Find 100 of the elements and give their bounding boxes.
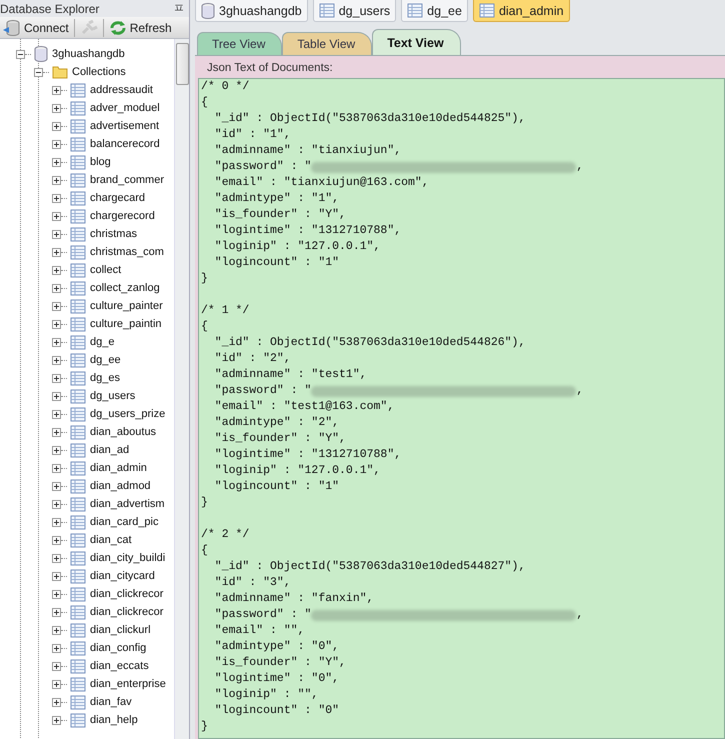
expand-icon[interactable] xyxy=(52,464,61,472)
expand-icon[interactable] xyxy=(52,518,61,526)
expand-icon[interactable] xyxy=(52,284,61,292)
tree-item[interactable]: addressaudit xyxy=(90,84,153,96)
expand-icon[interactable] xyxy=(52,248,61,256)
table-icon xyxy=(70,190,86,206)
expand-icon[interactable] xyxy=(52,356,61,364)
tree-item[interactable]: dian_ad xyxy=(90,444,130,456)
tree-item[interactable]: dg_e xyxy=(90,336,114,348)
document-tab[interactable]: 3ghuashangdb xyxy=(195,0,308,22)
tree-item[interactable]: dian_help xyxy=(90,714,138,726)
expand-icon[interactable] xyxy=(52,662,61,670)
tree-item[interactable]: culture_paintin xyxy=(90,318,162,330)
tree-item[interactable]: dian_config xyxy=(90,642,146,654)
table-icon xyxy=(70,460,86,476)
code-line: /* 0 */ xyxy=(201,79,250,95)
view-tab[interactable]: Text View xyxy=(372,29,461,55)
table-icon xyxy=(70,694,86,710)
expand-icon[interactable] xyxy=(52,536,61,544)
expand-icon[interactable] xyxy=(52,338,61,346)
tree-item[interactable]: dg_ee xyxy=(90,354,121,366)
tree-item[interactable]: dian_clickrecor xyxy=(90,588,164,600)
code-line: "loginip" : "", xyxy=(214,687,320,703)
tree-item[interactable]: dian_card_pic xyxy=(90,516,158,528)
view-tab[interactable]: Table View xyxy=(282,32,372,55)
table-icon xyxy=(70,334,86,350)
tree-item[interactable]: dg_es xyxy=(90,372,120,384)
tree-item[interactable]: dian_fav xyxy=(90,696,132,708)
tree-item[interactable]: dg_users xyxy=(90,390,136,402)
expand-icon[interactable] xyxy=(52,86,61,94)
expand-icon[interactable] xyxy=(52,374,61,382)
expand-icon[interactable] xyxy=(52,392,61,400)
tree-item[interactable]: dian_aboutus xyxy=(90,426,156,438)
tree-item[interactable]: christmas xyxy=(90,228,138,240)
document-tab[interactable]: dg_users xyxy=(312,0,396,22)
table-icon xyxy=(70,442,86,458)
expand-icon[interactable] xyxy=(52,212,61,220)
collapse-icon[interactable] xyxy=(16,50,25,58)
tree-item[interactable]: dian_clickurl xyxy=(90,624,151,636)
tree-item[interactable]: dian_enterprise xyxy=(90,678,166,690)
table-icon xyxy=(478,3,495,18)
scrollbar[interactable] xyxy=(174,39,189,739)
tree-item[interactable]: collect xyxy=(90,264,122,276)
expand-icon[interactable] xyxy=(52,626,61,634)
collapse-icon[interactable] xyxy=(34,68,43,76)
expand-icon[interactable] xyxy=(52,320,61,328)
expand-icon[interactable] xyxy=(52,122,61,130)
document-tab[interactable]: dian_admin xyxy=(472,0,570,22)
expand-icon[interactable] xyxy=(52,644,61,652)
expand-icon[interactable] xyxy=(52,572,61,580)
tree-item[interactable]: dg_users_prize xyxy=(90,408,166,420)
code-line: "is_founder" : "Y", xyxy=(214,207,347,223)
code-line: } xyxy=(201,719,209,735)
text-area[interactable] xyxy=(198,78,725,739)
tree-item[interactable]: blog xyxy=(90,156,111,168)
expand-icon[interactable] xyxy=(52,590,61,598)
expand-icon[interactable] xyxy=(52,194,61,202)
expand-icon[interactable] xyxy=(52,104,61,112)
tree-item[interactable]: dian_citycard xyxy=(90,570,155,582)
tree-item[interactable]: collect_zanlog xyxy=(90,282,160,294)
expand-icon[interactable] xyxy=(52,500,61,508)
tree-item[interactable]: 3ghuashangdb xyxy=(52,48,125,60)
tree-item[interactable]: dian_cat xyxy=(90,534,132,546)
expand-icon[interactable] xyxy=(52,716,61,724)
expand-icon[interactable] xyxy=(52,158,61,166)
tree-item[interactable]: advertisement xyxy=(90,120,160,132)
panel-label: Json Text of Documents: xyxy=(206,61,334,74)
expand-icon[interactable] xyxy=(52,176,61,184)
code-line: "adminname" : "tianxiujun", xyxy=(214,143,402,159)
expand-icon[interactable] xyxy=(52,554,61,562)
expand-icon[interactable] xyxy=(52,410,61,418)
tree-item[interactable]: balancerecord xyxy=(90,138,160,150)
document-tab[interactable]: dg_ee xyxy=(401,0,468,22)
expand-icon[interactable] xyxy=(52,608,61,616)
expand-icon[interactable] xyxy=(52,140,61,148)
expand-icon[interactable] xyxy=(52,230,61,238)
expand-icon[interactable] xyxy=(52,446,61,454)
expand-icon[interactable] xyxy=(52,482,61,490)
tree-item[interactable]: dian_eccats xyxy=(90,660,149,672)
tree-item[interactable]: chargerecord xyxy=(90,210,155,222)
tree-item[interactable]: dian_admin xyxy=(90,462,147,474)
tree-item[interactable]: christmas_com xyxy=(90,246,164,258)
tree-item[interactable]: dian_admod xyxy=(90,480,151,492)
view-tab[interactable]: Tree View xyxy=(197,32,282,55)
connect-button[interactable]: Connect xyxy=(0,20,72,36)
expand-icon[interactable] xyxy=(52,680,61,688)
tree-item[interactable]: dian_advertism xyxy=(90,498,165,510)
tree-item[interactable]: dian_city_buildi xyxy=(90,552,166,564)
expand-icon[interactable] xyxy=(52,266,61,274)
tree-item[interactable]: chargecard xyxy=(90,192,146,204)
tree-item[interactable]: dian_clickrecor xyxy=(90,606,164,618)
expand-icon[interactable] xyxy=(52,302,61,310)
expand-icon[interactable] xyxy=(52,698,61,706)
refresh-button[interactable]: Refresh xyxy=(106,20,175,36)
tree-item[interactable]: adver_moduel xyxy=(90,102,160,114)
expand-icon[interactable] xyxy=(52,428,61,436)
tree-item[interactable]: Collections xyxy=(72,66,126,78)
tree-item[interactable]: brand_commer xyxy=(90,174,164,186)
pin-icon[interactable]: ㅍ xyxy=(173,0,185,17)
tree-item[interactable]: culture_painter xyxy=(90,300,163,312)
